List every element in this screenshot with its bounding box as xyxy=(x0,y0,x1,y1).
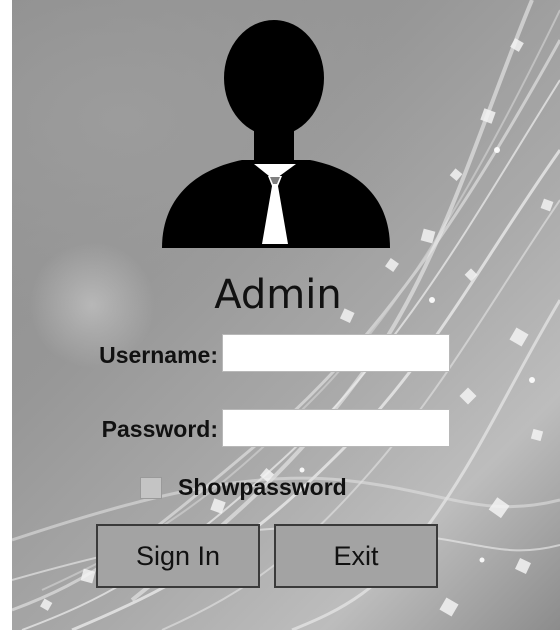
username-label: Username: xyxy=(99,342,218,368)
page-title: Admin xyxy=(214,272,342,318)
login-window: Admin Username: Password: Showpassword S… xyxy=(0,0,560,638)
exit-button[interactable]: Exit xyxy=(274,524,438,588)
password-label: Password: xyxy=(101,416,218,442)
user-silhouette-icon xyxy=(162,20,390,248)
show-password-label[interactable]: Showpassword xyxy=(178,474,347,501)
username-input[interactable] xyxy=(222,334,450,372)
password-input[interactable] xyxy=(222,409,450,447)
sign-in-button[interactable]: Sign In xyxy=(96,524,260,588)
show-password-checkbox[interactable] xyxy=(140,477,162,499)
